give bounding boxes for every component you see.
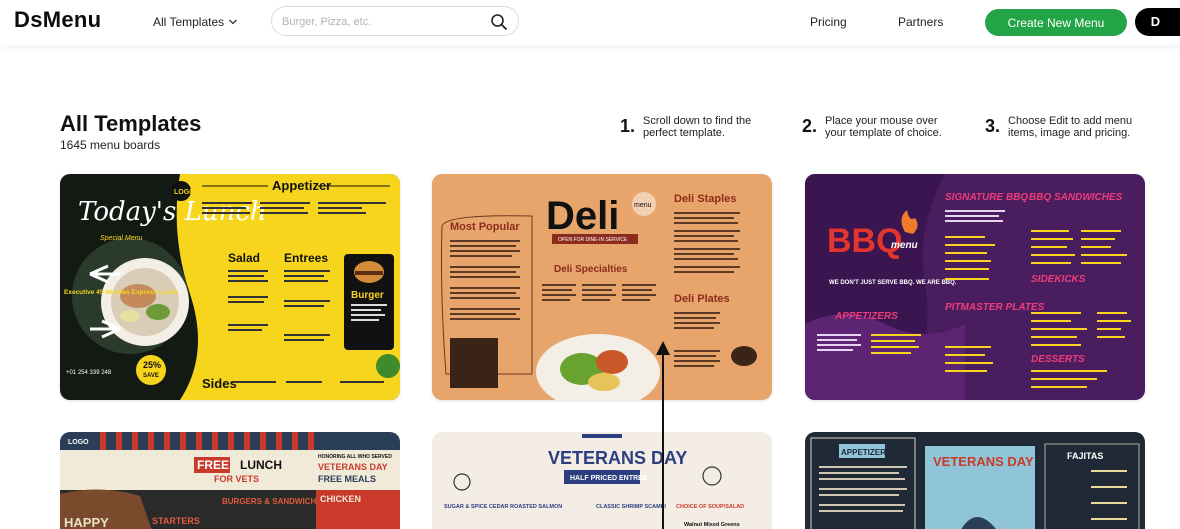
user-avatar[interactable]: D [1135, 8, 1180, 36]
bbq-logo-menu: menu [891, 240, 918, 251]
step-2: 2. Place your mouse over your template o… [802, 115, 960, 139]
pricing-link[interactable]: Pricing [810, 15, 847, 29]
dsmenu-logo[interactable]: DsMenu [14, 7, 101, 33]
step-text: Place your mouse over your template of c… [825, 115, 942, 139]
vets-burgers-label: BURGERS & SANDWICHES [222, 497, 328, 506]
search-icon[interactable] [490, 13, 508, 31]
chevron-down-icon [229, 19, 238, 25]
fajitas-veterans-day-title: VETERANS DAY [933, 454, 1034, 469]
lunch-phone: +01 254 339 248 [66, 370, 112, 376]
template-card-todays-lunch[interactable]: Today's Lunch Special Menu LOGO Appetize… [60, 174, 400, 400]
vets-happy-label: HAPPY [64, 515, 109, 529]
bbq-desserts-heading: DESSERTS [1031, 354, 1085, 365]
lunch-sides-heading: Sides [202, 376, 237, 391]
fajitas-heading: FAJITAS [1067, 451, 1103, 461]
vets-lunch-logo: LOGO [68, 439, 89, 446]
template-count: 1645 menu boards [60, 138, 161, 152]
bbq-tagline: WE DON'T JUST SERVE BBQ. WE ARE BBQ. [829, 280, 957, 286]
deli-staples-heading: Deli Staples [674, 193, 736, 205]
free-lunch-vets-thumbnail: LOGO FREE LUNCH FOR VETS HAPPY STARTERS … [60, 432, 400, 529]
lunch-salad-heading: Salad [228, 251, 260, 265]
template-card-veterans-day-half-price[interactable]: VETERANS DAY HALF PRICED ENTRÉE SUGAR & … [432, 432, 772, 529]
lunch-badge-save: SAVE [143, 373, 159, 379]
fajitas-appetizers-heading: APPETIZERS [841, 448, 892, 457]
template-card-veterans-fajitas[interactable]: APPETIZERS VETERANS DAY FAJITAS [805, 432, 1145, 529]
create-new-menu-button[interactable]: Create New Menu [985, 9, 1127, 36]
step-text: Scroll down to find the perfect template… [643, 115, 752, 139]
deli-most-popular-heading: Most Popular [450, 221, 520, 233]
pointer-arrow-line [662, 343, 664, 529]
bbq-sidekicks-heading: SIDEKICKS [1031, 274, 1086, 285]
vets-free-meals-label: FREE MEALS [318, 474, 376, 484]
search-input[interactable] [282, 13, 482, 30]
template-card-bbq[interactable]: BBQ menu WE DON'T JUST SERVE BBQ. WE ARE… [805, 174, 1145, 400]
veterans-salmon-item: SUGAR & SPICE CEDAR ROASTED SALMON [444, 504, 562, 510]
step-3: 3. Choose Edit to add menu items, image … [985, 115, 1150, 139]
bbq-signature-heading: SIGNATURE BBQ [945, 192, 1028, 203]
template-card-deli[interactable]: Most Popular Deli menu OPEN FOR DINE-IN … [432, 174, 772, 400]
deli-open-banner: OPEN FOR DINE-IN SERVICE [558, 237, 628, 243]
step-number: 1. [620, 116, 636, 136]
vets-starters-label: STARTERS [152, 516, 200, 526]
deli-menu-tag: menu [634, 202, 652, 209]
lunch-burger-heading: Burger [351, 290, 384, 301]
bbq-appetizers-heading: APPETIZERS [834, 311, 898, 322]
lunch-logo: LOGO [174, 189, 195, 196]
veterans-shrimp-item: CLASSIC SHRIMP SCAMPI [596, 504, 666, 510]
bbq-sandwiches-heading: BBQ SANDWICHES [1029, 192, 1123, 203]
search-box [271, 6, 519, 36]
veterans-day-title: VETERANS DAY [548, 448, 687, 468]
deli-plates-heading: Deli Plates [674, 293, 730, 305]
veterans-day-thumbnail: VETERANS DAY HALF PRICED ENTRÉE SUGAR & … [432, 432, 772, 529]
veterans-fajitas-thumbnail: APPETIZERS VETERANS DAY FAJITAS [805, 432, 1145, 529]
deli-specialties-heading: Deli Specialties [554, 264, 628, 275]
all-templates-label: All Templates [153, 15, 225, 29]
step-text: Choose Edit to add menu items, image and… [1008, 115, 1133, 139]
vets-free-label: FREE [197, 458, 229, 472]
lunch-badge-percent: 25% [143, 360, 161, 370]
veterans-walnut-item: Walnut Mixed Greens [684, 522, 740, 528]
deli-title: Deli [546, 194, 619, 238]
vets-for-vets-label: FOR VETS [214, 474, 259, 484]
veterans-soup-item: CHOICE OF SOUP/SALAD [676, 504, 744, 510]
deli-thumbnail: Most Popular Deli menu OPEN FOR DINE-IN … [432, 174, 772, 400]
top-navigation-bar: DsMenu All Templates Pricing Partners Cr… [0, 0, 1180, 45]
vets-veterans-day-label: VETERANS DAY [318, 462, 388, 472]
page-title: All Templates [60, 111, 202, 136]
todays-lunch-thumbnail: Today's Lunch Special Menu LOGO Appetize… [60, 174, 400, 400]
lunch-executive-text: Executive 45 Minutes Express Lunch [64, 289, 178, 296]
step-number: 2. [802, 116, 818, 136]
step-number: 3. [985, 116, 1001, 136]
lunch-entrees-heading: Entrees [284, 251, 328, 265]
vets-chicken-label: CHICKEN [320, 494, 361, 504]
bbq-thumbnail: BBQ menu WE DON'T JUST SERVE BBQ. WE ARE… [805, 174, 1145, 400]
vets-lunch-label: LUNCH [240, 458, 282, 472]
template-card-free-lunch-for-vets[interactable]: LOGO FREE LUNCH FOR VETS HAPPY STARTERS … [60, 432, 400, 529]
pointer-arrow-icon [656, 341, 670, 355]
lunch-special-text: Special Menu [100, 235, 143, 242]
veterans-half-price: HALF PRICED ENTRÉE [570, 473, 648, 482]
step-1: 1. Scroll down to find the perfect templ… [620, 115, 771, 139]
partners-link[interactable]: Partners [898, 15, 943, 29]
vets-honoring-label: HONORING ALL WHO SERVED [318, 454, 392, 460]
all-templates-dropdown[interactable]: All Templates [153, 15, 238, 29]
bbq-pitmaster-heading: PITMASTER PLATES [945, 302, 1045, 313]
